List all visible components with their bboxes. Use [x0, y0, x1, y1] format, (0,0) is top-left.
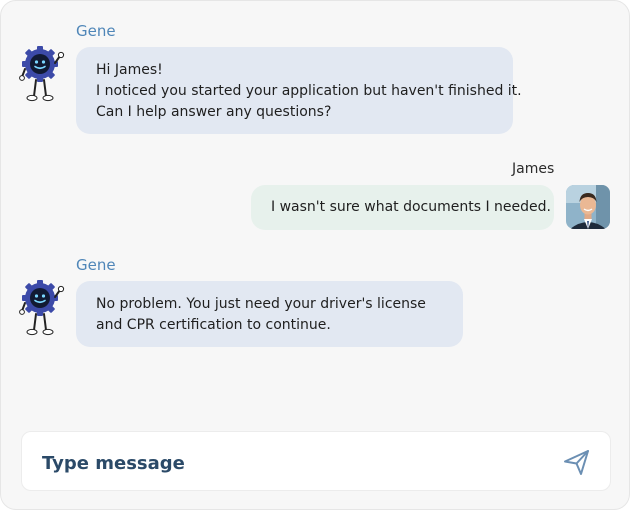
- sender-name-james: James: [512, 161, 555, 177]
- robot-mascot-icon: [19, 280, 65, 336]
- chat-window: Gene Hi James! I noticed you started you…: [0, 0, 630, 510]
- robot-mascot-icon: [19, 46, 65, 102]
- message-text-line: I wasn't sure what documents I needed.: [271, 199, 551, 215]
- paper-plane-send-icon: [564, 450, 589, 475]
- message-text-line: and CPR certification to continue.: [96, 317, 331, 333]
- send-button[interactable]: [562, 447, 592, 477]
- user-photo-avatar: [566, 185, 610, 229]
- message-bubble-bot: Hi James! I noticed you started your app…: [76, 47, 522, 134]
- message-text-line: No problem. You just need your driver's …: [96, 296, 426, 312]
- message-bubble-bot: No problem. You just need your driver's …: [76, 281, 463, 347]
- message-text-line: Hi James!: [96, 62, 163, 78]
- sender-name-gene: Gene: [76, 256, 116, 274]
- message-bubble-user: I wasn't sure what documents I needed.: [251, 185, 554, 230]
- message-input[interactable]: [40, 446, 544, 480]
- message-text-line: I noticed you started your application b…: [96, 83, 522, 99]
- message-text-line: Can I help answer any questions?: [96, 104, 332, 120]
- sender-name-gene: Gene: [76, 22, 116, 40]
- message-composer: [21, 431, 611, 491]
